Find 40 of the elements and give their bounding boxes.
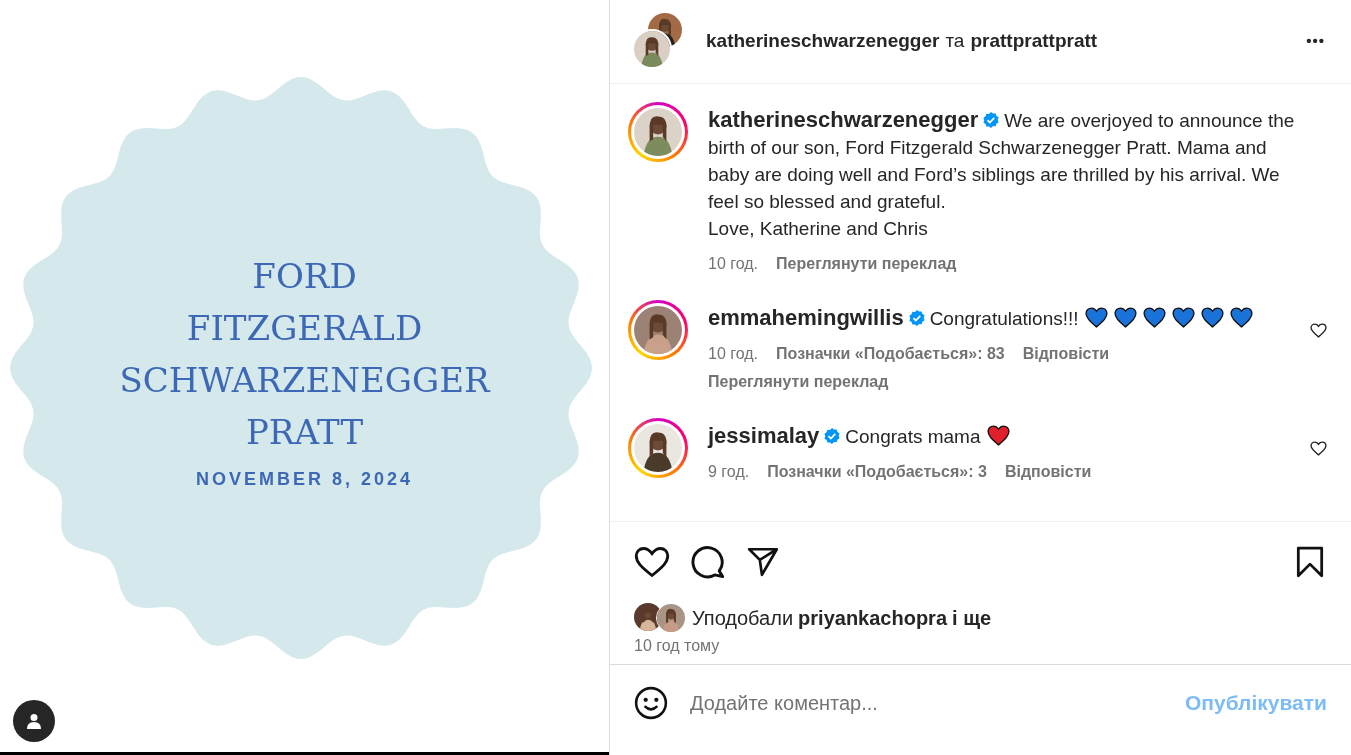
reply-link[interactable]: Відповісти (1004, 460, 1092, 484)
coauthor-link[interactable]: prattprattpratt (970, 27, 1098, 56)
username-link[interactable]: jessimalay (708, 423, 820, 448)
username-link[interactable]: katherineschwarzenegger (708, 107, 979, 132)
story-ring[interactable] (628, 418, 688, 478)
story-ring[interactable] (628, 300, 688, 360)
like-icon[interactable] (634, 544, 670, 580)
announcement-title-line: SCHWARZENEGGER (119, 359, 490, 402)
conjunction-text: та (945, 29, 965, 54)
likes-count-link[interactable]: Позначки «Подобається»: 3 (767, 460, 987, 484)
emoji-icon[interactable] (634, 686, 668, 720)
more-options-button[interactable]: ••• (1306, 30, 1329, 53)
caption-text: katherineschwarzenegger We are overjoyed to announce the birth of our son, Ford Fitzgerald Schwarzenegger Pratt. Mama and baby are doing well and Ford’s siblings are thrilled by his arrival. We feel so blessed and grateful. Love, Katherine and Chris (708, 106, 1296, 241)
username-link[interactable]: emmahemingwillis (708, 305, 904, 330)
like-icon[interactable] (1310, 322, 1327, 339)
translate-link[interactable]: Переглянути переклад (776, 252, 957, 276)
comment-input-field[interactable]: Додайте коментар... (690, 688, 1163, 718)
author-link[interactable]: katherineschwarzenegger (706, 27, 940, 56)
likes-count-link[interactable]: Позначки «Подобається»: 83 (776, 342, 1005, 366)
username-link[interactable]: priyankachopra (798, 603, 948, 633)
share-icon[interactable] (746, 545, 780, 579)
post-time: 10 год тому (634, 637, 720, 654)
comment-icon[interactable] (690, 544, 726, 580)
announcement-title-line: FORD (252, 255, 357, 298)
announcement-title-line: FITZGERALD (186, 307, 423, 350)
timestamp: 10 год. (708, 254, 759, 274)
comment-text: emmahemingwillis Congratulations!!! (708, 304, 1290, 332)
tag-button[interactable] (13, 700, 55, 742)
translate-link[interactable]: Переглянути переклад (708, 370, 889, 394)
comment-text: jessimalay Congrats mama (708, 422, 1290, 450)
person-icon (26, 713, 42, 729)
more-likes-link[interactable]: і ще (952, 603, 992, 633)
timestamp: 9 год. (708, 462, 750, 482)
announcement-date: NOVEMBER 8, 2024 (195, 468, 414, 491)
story-ring[interactable] (628, 102, 688, 162)
timestamp: 10 год. (708, 344, 759, 364)
reply-link[interactable]: Відповісти (1022, 342, 1110, 366)
announcement-title-line: PRATT (245, 411, 364, 454)
like-icon[interactable] (1310, 440, 1327, 457)
likes-text: Уподобали (692, 606, 794, 631)
